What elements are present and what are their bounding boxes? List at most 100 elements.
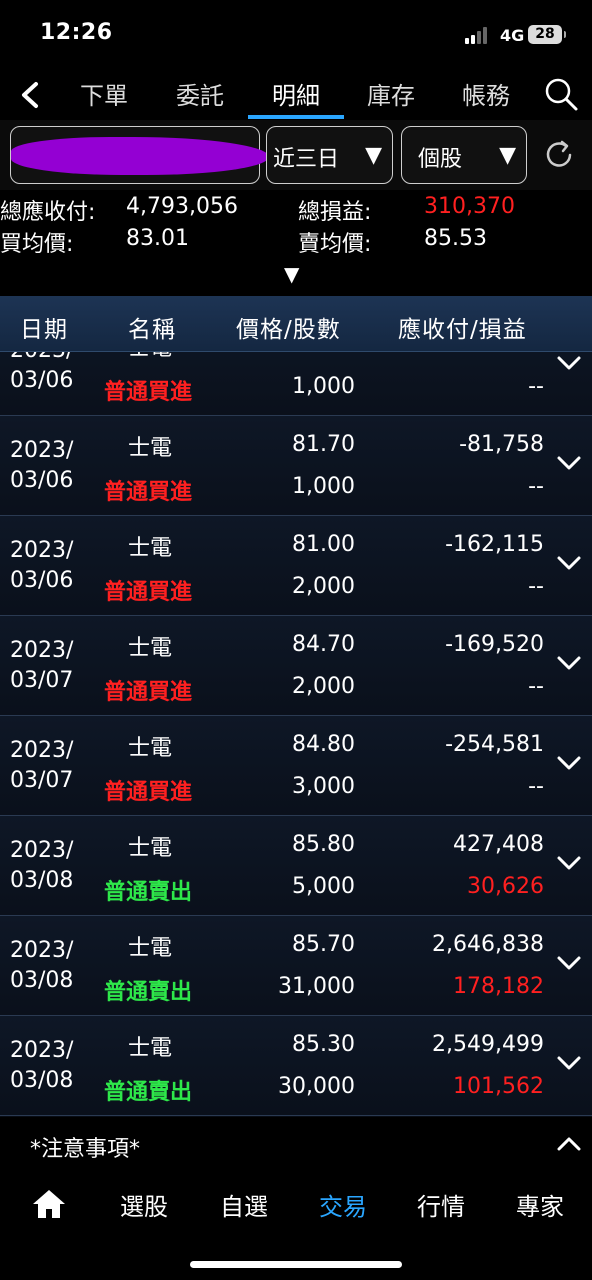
category-value: 個股 [418, 147, 463, 172]
chevron-down-icon[interactable] [556, 554, 582, 572]
caret-down-icon: ▼ [365, 143, 382, 168]
row-amount: 2,549,499 [432, 1032, 544, 1057]
row-order-type: 普通賣出 [104, 1080, 193, 1105]
row-date-year: 2023/ [10, 352, 73, 363]
row-order-type: 普通買進 [104, 380, 193, 405]
chevron-down-icon[interactable] [556, 754, 582, 772]
redaction-mark [11, 137, 269, 175]
back-arrow-icon[interactable] [14, 78, 48, 112]
table-row[interactable]: 2023/03/07 士電 普通買進 84.80 3,000 -254,581 -- [0, 716, 592, 816]
tab-details[interactable]: 明細 [256, 76, 336, 111]
bottom-tab-watchlist[interactable]: 自選 [220, 1187, 268, 1222]
table-row[interactable]: 2023/03/08 士電 普通賣出 85.80 5,000 427,408 30,626 [0, 816, 592, 916]
battery-icon: 28 [528, 25, 566, 44]
bottom-tab-stock-picker[interactable]: 選股 [120, 1187, 168, 1222]
row-date-year: 2023/ [10, 838, 74, 863]
transaction-list[interactable]: 2023/03/06士電普通買進1,000--2023/03/06士電普通買進8… [0, 352, 592, 1117]
top-nav: 下單 委託 明細 庫存 帳務 [0, 70, 592, 120]
bottom-tab-experts[interactable]: 專家 [516, 1187, 564, 1222]
chevron-down-icon[interactable] [556, 954, 582, 972]
tab-order[interactable]: 下單 [64, 76, 144, 111]
notes-section[interactable]: *注意事項* [0, 1117, 592, 1173]
row-date-year: 2023/ [10, 638, 74, 663]
row-order-type: 普通買進 [104, 480, 193, 505]
signal-icon [465, 26, 493, 44]
row-price: 85.70 [292, 932, 355, 957]
row-date-md: 03/06 [10, 468, 74, 493]
summary-panel: 總應收付: 4,793,056 總損益: 310,370 買均價: 83.01 … [0, 190, 592, 296]
row-order-type: 普通賣出 [104, 880, 193, 905]
chevron-up-icon[interactable] [556, 1135, 582, 1153]
row-price: 81.70 [292, 432, 355, 457]
row-price: 81.00 [292, 532, 355, 557]
col-amount-pl: 應收付/損益 [398, 317, 527, 343]
row-amount: -81,758 [459, 432, 544, 457]
row-shares: 1,000 [292, 474, 355, 499]
row-shares: 2,000 [292, 674, 355, 699]
status-time: 12:26 [40, 20, 113, 45]
table-row[interactable]: 2023/03/06 士電 普通買進 81.70 1,000 -81,758 -- [0, 416, 592, 516]
row-profit-loss: -- [528, 674, 544, 699]
table-row[interactable]: 2023/03/06 士電普通買進 1,000 -- [0, 352, 592, 416]
tab-entrust[interactable]: 委託 [160, 76, 240, 111]
row-profit-loss: -- [528, 774, 544, 799]
row-date-year: 2023/ [10, 1038, 74, 1063]
row-stock-name: 士電 [128, 352, 172, 362]
chevron-down-icon[interactable] [556, 654, 582, 672]
row-date-md: 03/08 [10, 1068, 74, 1093]
chevron-down-icon[interactable] [556, 454, 582, 472]
avg-buy-value: 83.01 [126, 226, 189, 251]
chevron-down-icon[interactable] [556, 1054, 582, 1072]
total-pl-value: 310,370 [424, 194, 515, 219]
date-range-select[interactable]: 近三日 ▼ [266, 126, 393, 184]
table-row[interactable]: 2023/03/08 士電 普通賣出 85.70 31,000 2,646,838 178,… [0, 916, 592, 1016]
avg-sell-value: 85.53 [424, 226, 487, 251]
expand-summary-icon[interactable]: ▼ [284, 262, 299, 286]
row-date-md: 03/08 [10, 868, 74, 893]
status-bar: 12:26 4G 28 [0, 0, 592, 70]
row-date-md: 03/06 [10, 568, 74, 593]
row-amount: -162,115 [445, 532, 544, 557]
table-row[interactable]: 2023/03/06 士電 普通買進 81.00 2,000 -162,115 -- [0, 516, 592, 616]
chevron-down-icon[interactable] [556, 354, 582, 372]
total-pl-label: 總損益: [298, 200, 372, 225]
row-date-md: 03/07 [10, 768, 74, 793]
refresh-icon[interactable] [542, 138, 576, 172]
row-profit-loss: -- [528, 474, 544, 499]
row-stock-name: 士電 [128, 736, 173, 761]
row-profit-loss: 101,562 [453, 1074, 544, 1099]
avg-sell-label: 賣均價: [298, 232, 372, 257]
row-stock-name: 士電 [128, 636, 173, 661]
row-price: 84.80 [292, 732, 355, 757]
date-range-value: 近三日 [273, 147, 340, 172]
tab-inventory[interactable]: 庫存 [351, 76, 431, 111]
bottom-nav: 選股 自選 交易 行情 專家 [0, 1173, 592, 1280]
chevron-down-icon[interactable] [556, 854, 582, 872]
row-date-md: 03/08 [10, 968, 74, 993]
active-tab-indicator [248, 115, 344, 119]
caret-down-icon: ▼ [499, 143, 516, 168]
home-icon[interactable] [30, 1187, 68, 1221]
tab-accounts[interactable]: 帳務 [446, 76, 526, 111]
row-amount: 427,408 [453, 832, 544, 857]
row-profit-loss: -- [528, 574, 544, 599]
avg-buy-label: 買均價: [0, 232, 74, 257]
home-indicator [190, 1261, 402, 1268]
row-amount: -169,520 [445, 632, 544, 657]
table-row[interactable]: 2023/03/08 士電 普通賣出 85.30 30,000 2,549,499 101,… [0, 1016, 592, 1116]
row-stock-name: 士電 [128, 536, 173, 561]
row-shares: 1,000 [292, 374, 355, 399]
row-shares: 5,000 [292, 874, 355, 899]
row-order-type: 普通賣出 [104, 980, 193, 1005]
row-price: 84.70 [292, 632, 355, 657]
table-row[interactable]: 2023/03/07 士電 普通買進 84.70 2,000 -169,520 -- [0, 616, 592, 716]
row-date-year: 2023/ [10, 938, 74, 963]
row-date-md: 03/06 [10, 368, 74, 393]
search-icon[interactable] [543, 76, 579, 112]
row-amount: 2,646,838 [432, 932, 544, 957]
bottom-tab-trade[interactable]: 交易 [319, 1187, 367, 1222]
bottom-tab-market[interactable]: 行情 [417, 1187, 465, 1222]
category-select[interactable]: 個股 ▼ [401, 126, 527, 184]
col-date: 日期 [20, 317, 68, 343]
account-selector[interactable] [10, 126, 269, 184]
